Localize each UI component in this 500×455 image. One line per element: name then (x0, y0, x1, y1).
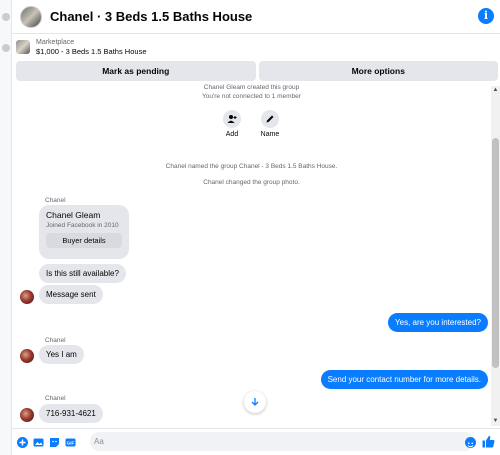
svg-text:GIF: GIF (67, 440, 75, 445)
left-strip-avatar[interactable] (2, 44, 10, 52)
scroll-thumb[interactable] (492, 138, 499, 368)
arrow-down-icon (251, 398, 259, 406)
message-bubble-incoming[interactable]: Is this still available? (39, 264, 126, 283)
group-avatar[interactable] (20, 5, 42, 28)
info-icon[interactable]: i (478, 8, 494, 24)
buyer-name: Chanel Gleam (46, 210, 101, 220)
message-composer: GIF Aa (12, 428, 500, 455)
sticker-icon[interactable] (49, 437, 60, 448)
system-message-photo: Chanel changed the group photo. (203, 179, 300, 186)
message-input[interactable]: Aa (90, 432, 474, 451)
conversation-header: Chanel · 3 Beds 1.5 Baths House i (12, 0, 500, 34)
name-label: Name (260, 131, 280, 138)
message-bubble-outgoing[interactable]: Send your contact number for more detail… (320, 370, 488, 389)
buyer-joined: Joined Facebook in 2010 (46, 222, 119, 229)
message-bubble-incoming[interactable]: Message sent (39, 285, 103, 304)
message-scrollbar[interactable]: ▲ ▼ (491, 86, 500, 426)
avatar[interactable] (20, 290, 34, 304)
add-member-action[interactable]: Add (217, 110, 247, 138)
more-options-button[interactable]: More options (258, 61, 498, 81)
emoji-icon[interactable] (465, 437, 476, 448)
add-person-icon (223, 110, 241, 128)
marketplace-label: Marketplace (36, 38, 75, 46)
system-message-created: Chanel Gleam created this group (203, 84, 300, 91)
scroll-to-bottom-button[interactable] (244, 391, 266, 413)
message-list[interactable]: Chanel Gleam created this group You're n… (12, 84, 491, 428)
left-strip-avatar[interactable] (2, 13, 10, 21)
plus-circle-icon[interactable] (17, 436, 28, 448)
name-group-action[interactable]: Name (255, 110, 285, 138)
message-sender: Chanel (45, 337, 66, 344)
listing-actions: Mark as pending More options (16, 61, 498, 81)
conversation-title[interactable]: Chanel · 3 Beds 1.5 Baths House (50, 9, 252, 24)
buyer-details-button[interactable]: Buyer details (46, 233, 122, 248)
left-sidebar-strip (0, 0, 12, 455)
system-message-renamed: Chanel named the group Chanel - 3 Beds 1… (165, 163, 338, 170)
message-bubble-incoming[interactable]: Yes I am (39, 345, 84, 364)
marketplace-listing[interactable]: Marketplace $1,000 - 3 Beds 1.5 Baths Ho… (12, 34, 500, 60)
mark-as-pending-button[interactable]: Mark as pending (16, 61, 256, 81)
avatar[interactable] (20, 349, 34, 363)
gif-icon[interactable]: GIF (65, 437, 76, 448)
message-bubble-outgoing[interactable]: Yes, are you interested? (388, 313, 488, 332)
scroll-up-arrow-icon[interactable]: ▲ (491, 86, 500, 95)
listing-thumbnail (16, 40, 30, 54)
listing-title: $1,000 - 3 Beds 1.5 Baths House (36, 46, 147, 56)
system-message-not-connected: You're not connected to 1 member (202, 93, 301, 100)
message-sender: Chanel (45, 197, 66, 204)
buyer-card: Chanel Gleam Joined Facebook in 2010 Buy… (39, 205, 129, 259)
photo-icon[interactable] (33, 437, 44, 448)
pencil-icon (261, 110, 279, 128)
add-label: Add (225, 131, 239, 138)
message-bubble-incoming[interactable]: 716-931-4621 (39, 404, 103, 423)
avatar[interactable] (20, 408, 34, 422)
scroll-down-arrow-icon[interactable]: ▼ (491, 417, 500, 426)
thumbs-up-icon[interactable] (482, 435, 495, 448)
message-sender: Chanel (45, 395, 66, 402)
